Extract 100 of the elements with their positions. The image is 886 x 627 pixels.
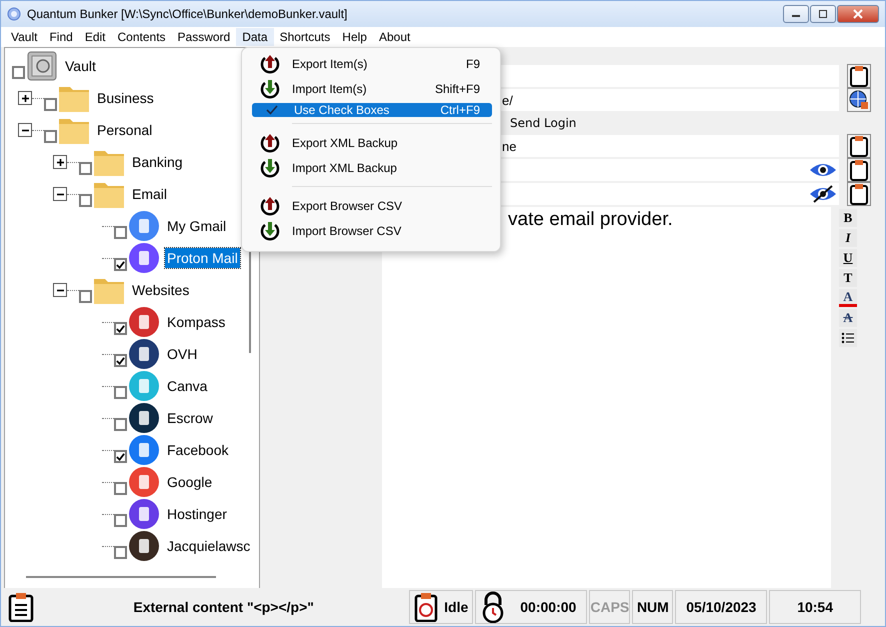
plus-icon: [20, 92, 30, 104]
tree-item[interactable]: Websites: [130, 280, 192, 300]
menu-item[interactable]: Find: [43, 28, 79, 46]
plus-icon: [54, 156, 66, 168]
menu-item[interactable]: Contents: [112, 28, 172, 46]
clipboard-icon: [849, 159, 869, 181]
checkbox[interactable]: [12, 66, 25, 79]
tree-item[interactable]: Kompass: [165, 312, 228, 332]
underline-button[interactable]: U: [839, 249, 857, 267]
logo-icon: [128, 402, 160, 434]
maximize-button[interactable]: [810, 5, 836, 23]
eye-icon[interactable]: [809, 161, 837, 179]
bullet-list-icon: [841, 331, 855, 345]
tree-item[interactable]: Personal: [95, 120, 154, 140]
key-indicator: NUM: [632, 590, 674, 624]
logo-icon: [128, 306, 160, 338]
tree-item[interactable]: Business: [95, 88, 156, 108]
menu-item[interactable]: Vault: [5, 28, 44, 46]
checkbox[interactable]: [114, 322, 127, 335]
expand-toggle[interactable]: [18, 91, 32, 105]
menu-item[interactable]: Import XML Backup: [250, 155, 492, 180]
expand-toggle[interactable]: [53, 187, 67, 201]
close-button[interactable]: [837, 5, 879, 23]
checkbox[interactable]: [114, 386, 127, 399]
crossed-eye-icon[interactable]: [809, 185, 837, 203]
up-arrow-icon: [259, 194, 281, 216]
notes-text: vate email provider.: [508, 209, 673, 231]
font-button[interactable]: T: [839, 269, 857, 287]
logo-icon: [128, 242, 160, 274]
tree-item[interactable]: OVH: [165, 344, 200, 364]
logo-icon: [128, 370, 160, 402]
menu-item[interactable]: Shortcuts: [274, 28, 336, 46]
clipboard-list-icon: [8, 592, 34, 622]
menu-item[interactable]: Edit: [78, 28, 112, 46]
logo-icon: [128, 338, 160, 370]
tree-item[interactable]: Canva: [165, 376, 210, 396]
open-url-button[interactable]: [847, 88, 871, 112]
logo-icon: [128, 498, 160, 530]
copy-button[interactable]: [847, 158, 871, 182]
menu-item[interactable]: Help: [336, 28, 373, 46]
down-arrow-icon: [259, 220, 281, 242]
menu-item[interactable]: Use Check Boxes Ctrl+F9: [252, 103, 492, 117]
color-button[interactable]: A: [839, 289, 857, 307]
menu-item[interactable]: Export Item(s) F9: [250, 51, 492, 76]
tree-item[interactable]: Vault: [63, 56, 98, 76]
tree-item[interactable]: Hostinger: [165, 504, 229, 524]
tree-item[interactable]: Banking: [130, 152, 185, 172]
expand-toggle[interactable]: [18, 123, 32, 137]
menu-item[interactable]: About: [372, 28, 416, 46]
checkbox[interactable]: [114, 450, 127, 463]
tree-item[interactable]: Facebook: [165, 440, 230, 460]
bold-button[interactable]: B: [839, 209, 857, 227]
checkbox[interactable]: [79, 194, 92, 207]
status-time: 10:54: [769, 590, 861, 624]
check-icon: [266, 105, 278, 115]
copy-button[interactable]: [847, 64, 871, 88]
logo-icon: [128, 530, 160, 562]
checkbox[interactable]: [114, 354, 127, 367]
expand-toggle[interactable]: [53, 283, 67, 297]
tree-item[interactable]: My Gmail: [165, 216, 228, 236]
strike-button[interactable]: A: [839, 309, 857, 327]
checkbox[interactable]: [114, 514, 127, 527]
italic-button[interactable]: I: [839, 229, 857, 247]
checkbox[interactable]: [114, 226, 127, 239]
checkbox[interactable]: [114, 546, 127, 559]
send-login-label: Send Login: [510, 116, 576, 130]
logo-icon: [128, 466, 160, 498]
window-title: Quantum Bunker [W:\Sync\Office\Bunker\demoBunker.vault]: [27, 7, 348, 21]
list-button[interactable]: [839, 329, 857, 347]
checkbox[interactable]: [44, 98, 57, 111]
expand-toggle[interactable]: [53, 155, 67, 169]
copy-button[interactable]: [847, 182, 871, 206]
clipboard-icon: [849, 65, 869, 87]
copy-button[interactable]: [847, 134, 871, 158]
down-arrow-icon: [259, 78, 281, 100]
checkbox[interactable]: [79, 162, 92, 175]
clipboard-timer-icon: [414, 592, 438, 622]
checkbox[interactable]: [114, 482, 127, 495]
up-arrow-icon: [259, 132, 281, 154]
tree-item[interactable]: Escrow: [165, 408, 215, 428]
checkbox[interactable]: [79, 290, 92, 303]
down-arrow-icon: [259, 156, 281, 178]
minimize-button[interactable]: [783, 5, 809, 23]
checkbox[interactable]: [114, 418, 127, 431]
checkbox[interactable]: [44, 130, 57, 143]
checkbox[interactable]: [114, 258, 127, 271]
tree-item[interactable]: Proton Mail: [165, 248, 240, 268]
clipboard-icon: [849, 135, 869, 157]
menu-item[interactable]: Data: [236, 28, 274, 46]
safe-icon: [26, 50, 58, 82]
scrollbar[interactable]: [26, 576, 216, 578]
status-message: External content "<p></p>": [132, 598, 315, 617]
tree-item[interactable]: Jacquielawsc: [165, 536, 252, 556]
tree-item[interactable]: Google: [165, 472, 214, 492]
key-indicator: CAPS: [589, 590, 630, 624]
status-date: 05/10/2023: [675, 590, 768, 624]
up-arrow-icon: [259, 52, 281, 74]
tree-item[interactable]: Email: [130, 184, 170, 204]
logo-icon: [128, 434, 160, 466]
menu-item[interactable]: Password: [172, 28, 236, 46]
